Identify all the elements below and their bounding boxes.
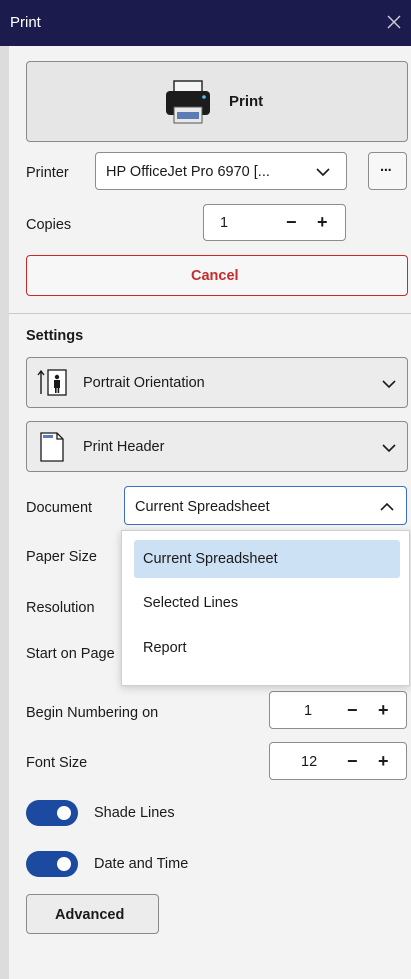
close-icon[interactable]: [383, 11, 405, 33]
settings-heading: Settings: [26, 328, 84, 344]
page-header-icon: [40, 432, 64, 462]
shade-lines-toggle[interactable]: [26, 800, 78, 826]
document-dropdown-list: Current Spreadsheet Selected Lines Repor…: [121, 530, 410, 686]
dropdown-option-label: Report: [143, 640, 187, 656]
orientation-expander[interactable]: Portrait Orientation: [26, 357, 408, 408]
start-on-page-label-clip: Start on Page: [26, 646, 121, 666]
copies-increment-button[interactable]: +: [317, 213, 328, 231]
begin-numbering-increment-button[interactable]: +: [378, 701, 389, 719]
begin-numbering-decrement-button[interactable]: −: [347, 701, 358, 719]
dropdown-option-label: Current Spreadsheet: [143, 551, 278, 567]
orientation-label: Portrait Orientation: [83, 375, 205, 391]
document-select[interactable]: Current Spreadsheet: [124, 486, 407, 525]
printer-label: Printer: [26, 165, 69, 181]
shade-lines-label: Shade Lines: [94, 805, 175, 821]
document-label: Document: [26, 500, 93, 516]
chevron-down-icon: [382, 444, 396, 453]
copies-decrement-button[interactable]: −: [286, 213, 297, 231]
font-size-stepper[interactable]: 12 − +: [269, 742, 407, 780]
font-size-decrement-button[interactable]: −: [347, 752, 358, 770]
cancel-button-label: Cancel: [191, 268, 239, 284]
date-time-label: Date and Time: [94, 856, 189, 872]
dropdown-option[interactable]: Current Spreadsheet: [134, 540, 400, 578]
chevron-down-icon: [382, 380, 396, 389]
printer-select-value: HP OfficeJet Pro 6970 [...: [106, 164, 270, 180]
chevron-up-icon: [380, 502, 394, 511]
document-select-value: Current Spreadsheet: [135, 499, 270, 515]
printer-icon: [166, 80, 210, 124]
print-panel: Print Printer HP OfficeJet Pro 6970 [...…: [9, 46, 411, 979]
dropdown-option[interactable]: Report: [134, 629, 400, 667]
print-button-label: Print: [229, 93, 264, 110]
portrait-orientation-icon: [37, 369, 67, 396]
divider: [9, 313, 411, 314]
font-size-label: Font Size: [26, 755, 88, 771]
advanced-button[interactable]: Advanced: [26, 894, 159, 934]
begin-numbering-label: Begin Numbering on: [26, 705, 159, 721]
begin-numbering-stepper[interactable]: 1 − +: [269, 691, 407, 729]
dropdown-option[interactable]: Selected Lines: [134, 584, 400, 622]
font-size-increment-button[interactable]: +: [378, 752, 389, 770]
print-header-expander[interactable]: Print Header: [26, 421, 408, 472]
dropdown-option-label: Selected Lines: [143, 595, 239, 611]
copies-value: 1: [220, 215, 229, 231]
date-time-toggle[interactable]: [26, 851, 78, 877]
print-button[interactable]: Print: [26, 61, 408, 142]
printer-more-button[interactable]: ···: [368, 152, 407, 190]
print-header-label: Print Header: [83, 439, 165, 455]
font-size-value: 12: [301, 754, 318, 770]
copies-label: Copies: [26, 217, 72, 233]
resolution-label: Resolution: [26, 600, 95, 616]
window-title: Print: [10, 14, 41, 31]
title-bar: Print: [0, 0, 411, 46]
chevron-down-icon: [316, 168, 330, 177]
advanced-button-label: Advanced: [55, 907, 125, 923]
paper-size-label: Paper Size: [26, 549, 97, 565]
start-on-page-label: Start on Page: [26, 646, 115, 662]
more-icon: ···: [380, 163, 392, 179]
copies-stepper[interactable]: 1 − +: [203, 204, 346, 241]
cancel-button[interactable]: Cancel: [26, 255, 408, 296]
printer-select[interactable]: HP OfficeJet Pro 6970 [...: [95, 152, 347, 190]
begin-numbering-value: 1: [304, 703, 313, 719]
